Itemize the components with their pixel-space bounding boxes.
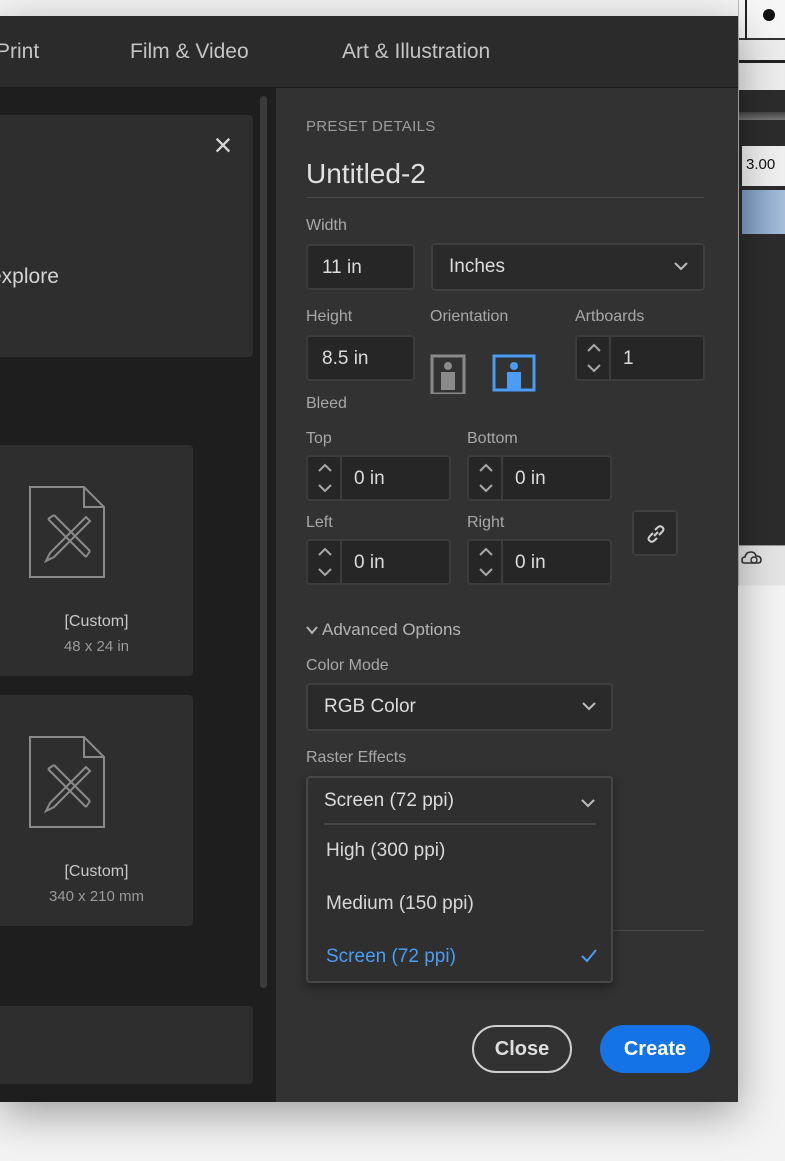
tab-art-illustration[interactable]: Art & Illustration <box>342 40 490 64</box>
bleed-top-label: Top <box>306 430 332 447</box>
chevron-up-icon[interactable] <box>317 547 333 557</box>
chevron-up-icon[interactable] <box>317 463 333 473</box>
explore-text: explore <box>0 265 59 288</box>
bleed-bottom-label: Bottom <box>467 430 518 447</box>
bleed-right-label: Right <box>467 514 505 531</box>
tab-film-video[interactable]: Film & Video <box>130 40 249 64</box>
background-app-window: 3.00 <box>738 0 785 586</box>
bleed-bottom-stepper[interactable]: 0 in <box>467 455 612 501</box>
chevron-up-icon[interactable] <box>478 463 494 473</box>
preset-card[interactable]: [Custom] 340 x 210 mm <box>0 695 193 926</box>
chevron-down-icon[interactable] <box>317 483 333 493</box>
color-mode-label: Color Mode <box>306 657 389 674</box>
presets-panel: explore × [Custom] 48 x 24 in [Custom] 3… <box>0 88 276 1102</box>
document-ruler-pencil-icon <box>29 736 105 828</box>
section-title: PRESET DETAILS <box>306 118 436 135</box>
chevron-down-icon[interactable] <box>580 795 596 811</box>
background-value-cell: 3.00 <box>742 146 785 186</box>
raster-effects-label: Raster Effects <box>306 749 407 766</box>
height-input[interactable]: 8.5 in <box>306 335 415 381</box>
color-mode-value: RGB Color <box>324 696 416 717</box>
bleed-bottom-value: 0 in <box>515 468 546 489</box>
chevron-down-icon <box>582 702 596 711</box>
raster-option-screen[interactable]: Screen (72 ppi) <box>326 946 456 968</box>
preset-size: 48 x 24 in <box>63 638 130 655</box>
background-toolbar <box>739 0 785 40</box>
bleed-left-label: Left <box>306 514 333 531</box>
document-name-input[interactable]: Untitled-2 <box>306 158 704 198</box>
raster-effects-current[interactable]: Screen (72 ppi) <box>324 790 454 812</box>
bleed-label: Bleed <box>306 395 347 412</box>
create-button[interactable]: Create <box>600 1025 710 1073</box>
bleed-top-arrows[interactable] <box>308 457 342 499</box>
background-divider <box>745 0 747 40</box>
record-dot-icon <box>763 9 775 21</box>
units-select[interactable]: Inches <box>431 243 705 291</box>
bleed-right-value: 0 in <box>515 552 546 573</box>
chevron-down-icon[interactable] <box>317 567 333 577</box>
chevron-down-icon[interactable] <box>478 483 494 493</box>
section-divider <box>606 930 704 931</box>
artboards-value: 1 <box>623 348 634 369</box>
bleed-top-stepper[interactable]: 0 in <box>306 455 451 501</box>
landscape-orientation-icon[interactable] <box>492 354 536 394</box>
chevron-up-icon[interactable] <box>586 343 602 353</box>
preset-name: [Custom] <box>64 863 129 880</box>
checkmark-icon <box>581 949 597 963</box>
advanced-options-toggle[interactable]: Advanced Options <box>306 620 461 640</box>
background-waveform <box>739 112 785 120</box>
close-icon[interactable]: × <box>210 129 236 161</box>
preset-card[interactable]: [Custom] 48 x 24 in <box>0 445 193 676</box>
link-bleed-button[interactable] <box>632 510 678 556</box>
height-label: Height <box>306 308 353 325</box>
bleed-top-value: 0 in <box>354 468 385 489</box>
creative-cloud-icon <box>741 548 763 566</box>
bleed-bottom-arrows[interactable] <box>469 457 503 499</box>
units-value: Inches <box>449 256 505 277</box>
width-label: Width <box>306 217 347 234</box>
raster-option-high[interactable]: High (300 ppi) <box>326 840 445 862</box>
presets-scrollbar[interactable] <box>260 96 267 988</box>
bleed-left-arrows[interactable] <box>308 541 342 583</box>
dropdown-separator <box>324 823 596 825</box>
artboards-label: Artboards <box>575 308 645 325</box>
portrait-orientation-icon[interactable] <box>430 354 470 394</box>
background-ruler <box>739 60 785 63</box>
raster-option-medium[interactable]: Medium (150 ppi) <box>326 893 474 915</box>
new-document-dialog: Print Film & Video Art & Illustration ex… <box>0 16 738 1102</box>
raster-effects-dropdown[interactable]: Screen (72 ppi) High (300 ppi) Medium (1… <box>306 776 613 983</box>
document-ruler-pencil-icon <box>29 486 105 578</box>
preset-details-panel: PRESET DETAILS Untitled-2 Width 11 in In… <box>276 88 738 1102</box>
bleed-left-stepper[interactable]: 0 in <box>306 539 451 585</box>
preset-size: 340 x 210 mm <box>48 888 145 905</box>
artboards-stepper[interactable]: 1 <box>575 335 705 381</box>
template-search-bar[interactable] <box>0 1006 253 1084</box>
preset-category-tabs: Print Film & Video Art & Illustration <box>0 16 738 88</box>
bleed-right-arrows[interactable] <box>469 541 503 583</box>
advanced-options-label: Advanced Options <box>322 620 461 639</box>
chevron-up-icon[interactable] <box>478 547 494 557</box>
bleed-left-value: 0 in <box>354 552 385 573</box>
chevron-down-icon[interactable] <box>478 567 494 577</box>
orientation-label: Orientation <box>430 308 509 325</box>
chevron-down-icon <box>674 262 688 271</box>
bleed-right-stepper[interactable]: 0 in <box>467 539 612 585</box>
background-blue-region <box>742 190 785 234</box>
chevron-down-icon[interactable] <box>586 363 602 373</box>
close-button[interactable]: Close <box>472 1025 572 1073</box>
chevron-down-icon <box>306 626 318 635</box>
link-icon <box>647 525 665 543</box>
color-mode-select[interactable]: RGB Color <box>306 683 613 731</box>
tab-print[interactable]: Print <box>0 40 39 64</box>
artboards-stepper-arrows[interactable] <box>577 337 611 379</box>
width-input[interactable]: 11 in <box>306 244 415 290</box>
preset-name: [Custom] <box>64 613 129 630</box>
